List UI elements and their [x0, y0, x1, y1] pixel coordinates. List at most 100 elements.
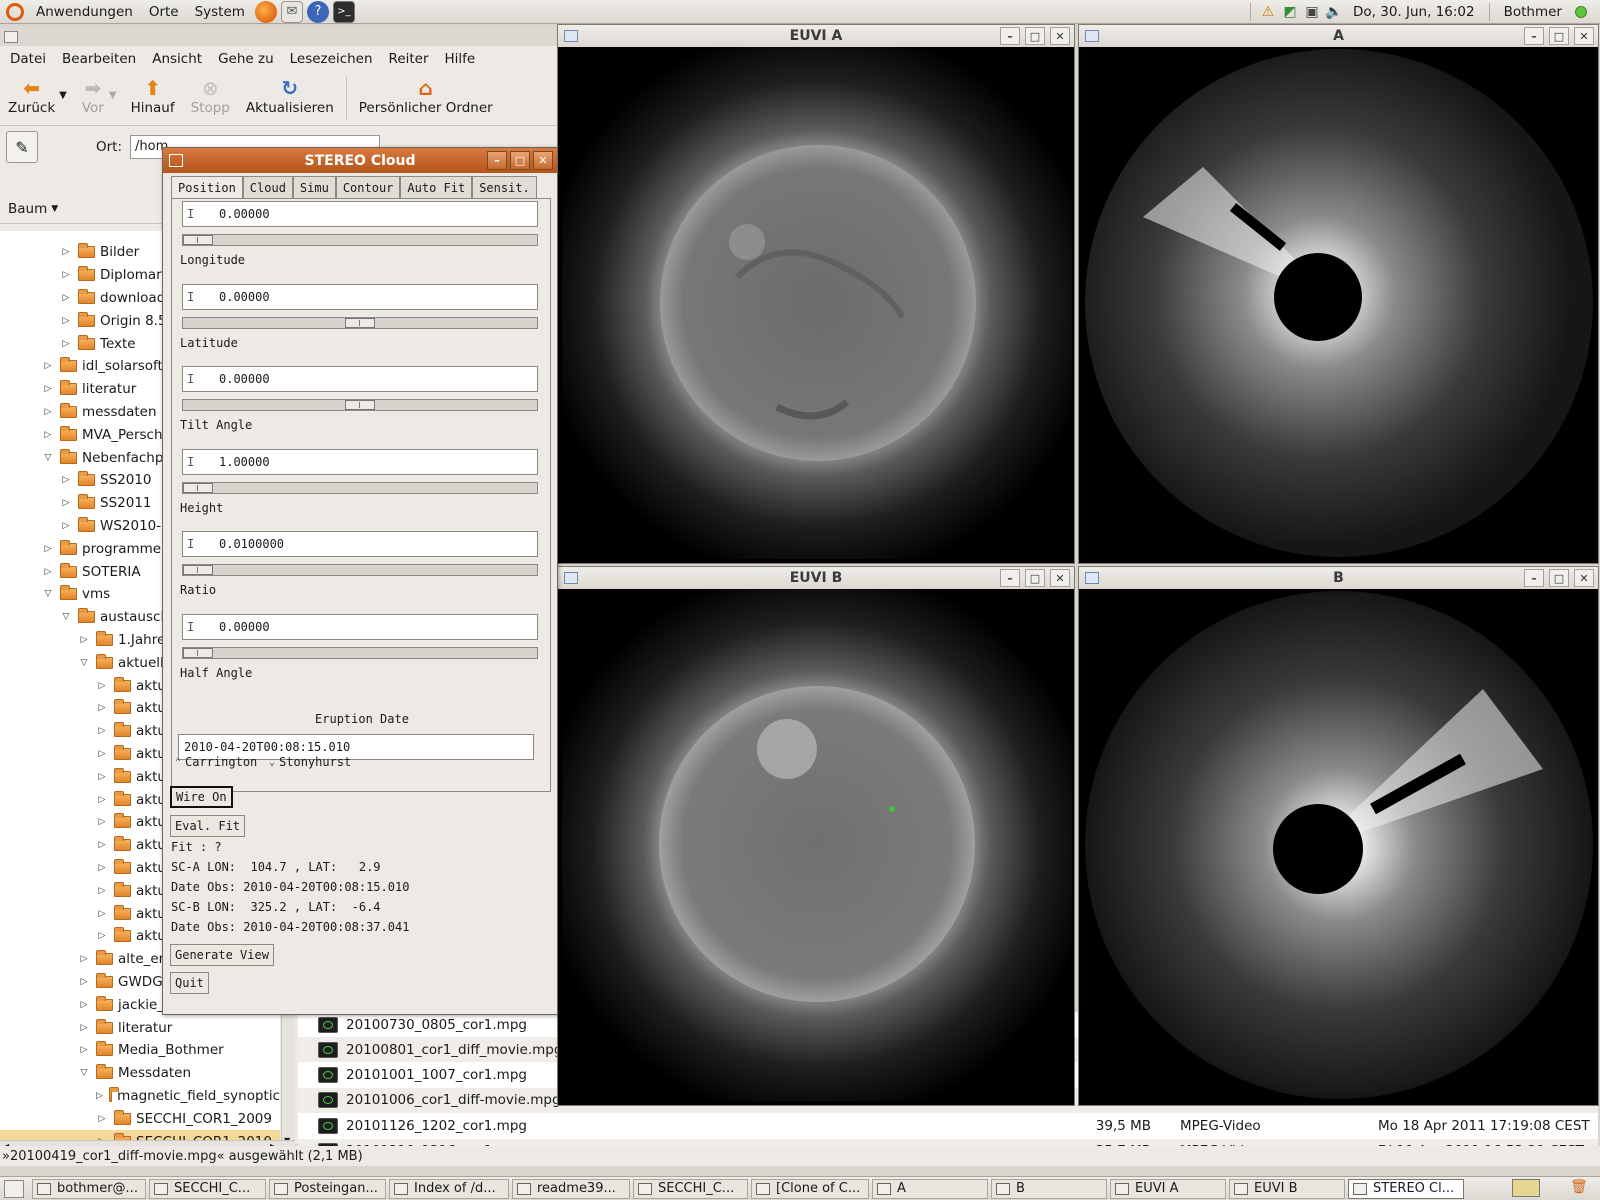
expander-collapsed-icon[interactable]: ▷ [42, 361, 54, 371]
expander-collapsed-icon[interactable]: ▷ [42, 567, 54, 577]
firefox-icon[interactable] [254, 0, 277, 23]
close-button[interactable]: ✕ [533, 151, 553, 170]
panel-clock[interactable]: Do, 30. Jun, 16:02 [1345, 0, 1483, 24]
taskbar-window-button[interactable]: bothmer@... [32, 1178, 146, 1199]
taskbar-window-button[interactable]: Posteingan... [269, 1178, 386, 1199]
expander-collapsed-icon[interactable]: ▷ [60, 316, 72, 326]
generate-view-button[interactable]: Generate View [170, 944, 274, 966]
forward-button[interactable]: ➡ Vor [73, 76, 113, 116]
terminal-icon[interactable]: >_ [332, 0, 355, 23]
slider-thumb[interactable] [183, 647, 213, 658]
minimize-button[interactable]: – [1524, 569, 1544, 587]
expander-expanded-icon[interactable]: ▽ [42, 453, 54, 463]
stereo-cloud-titlebar[interactable]: STEREO Cloud – □ ✕ [163, 148, 557, 173]
panel-menu-places[interactable]: Orte [141, 0, 187, 24]
expander-collapsed-icon[interactable]: ▷ [60, 498, 72, 508]
tree-folder-row[interactable]: ▽ Messdaten [0, 1062, 280, 1085]
minimize-button[interactable]: – [1000, 27, 1020, 45]
expander-collapsed-icon[interactable]: ▷ [96, 772, 108, 782]
tree-folder-row[interactable]: ▷ magnetic_field_synoptic [0, 1085, 280, 1108]
chevron-down-icon[interactable]: ▼ [109, 90, 117, 101]
warning-icon[interactable]: ⚠ [1259, 3, 1277, 21]
expander-collapsed-icon[interactable]: ▷ [60, 293, 72, 303]
maximize-button[interactable]: □ [1549, 27, 1569, 45]
mail-icon[interactable]: ✉ [280, 0, 303, 23]
chevron-down-icon[interactable]: ▼ [59, 90, 67, 101]
file-manager-titlebar[interactable] [0, 26, 557, 46]
expander-collapsed-icon[interactable]: ▷ [78, 954, 90, 964]
help-icon[interactable]: ? [306, 0, 329, 23]
expander-expanded-icon[interactable]: ▽ [78, 658, 90, 668]
close-button[interactable]: ✕ [1574, 569, 1594, 587]
expander-collapsed-icon[interactable]: ▷ [78, 1000, 90, 1010]
maximize-button[interactable]: □ [1025, 27, 1045, 45]
slider-thumb[interactable] [183, 235, 213, 245]
param-slider[interactable] [182, 481, 538, 494]
expander-collapsed-icon[interactable]: ▷ [96, 681, 108, 691]
network-icon[interactable]: ▣ [1303, 3, 1321, 21]
menu-view[interactable]: Ansicht [144, 51, 210, 67]
tab-position[interactable]: Position [171, 176, 243, 198]
tree-folder-row[interactable]: ▷ literatur [0, 1016, 280, 1039]
minimize-button[interactable]: – [487, 151, 507, 170]
taskbar-window-button[interactable]: EUVI A [1110, 1178, 1226, 1199]
expander-collapsed-icon[interactable]: ▷ [60, 475, 72, 485]
slider-thumb[interactable] [183, 565, 213, 575]
cor-b-titlebar[interactable]: B – □ ✕ [1079, 567, 1598, 589]
expander-collapsed-icon[interactable]: ▷ [78, 1045, 90, 1055]
up-button[interactable]: ⬆ Hinauf [123, 76, 183, 116]
panel-menu-applications[interactable]: Anwendungen [28, 0, 141, 24]
cor-a-titlebar[interactable]: A – □ ✕ [1079, 25, 1598, 47]
show-desktop-icon[interactable] [4, 1179, 24, 1198]
menu-edit[interactable]: Bearbeiten [54, 51, 144, 67]
tree-folder-row[interactable]: ▷ SECCHI_COR1_2009 [0, 1107, 280, 1130]
param-slider[interactable] [182, 316, 538, 329]
status-online-icon[interactable] [1572, 3, 1590, 21]
taskbar-window-button[interactable]: SECCHI_C... [149, 1178, 266, 1199]
param-value-input[interactable]: I 0.0100000 [182, 531, 538, 557]
param-value-input[interactable]: I 0.00000 [182, 201, 538, 227]
param-slider[interactable] [182, 646, 538, 659]
param-slider[interactable] [182, 399, 538, 411]
expander-collapsed-icon[interactable]: ▷ [78, 1023, 90, 1033]
expander-collapsed-icon[interactable]: ▷ [42, 544, 54, 554]
expander-expanded-icon[interactable]: ▽ [60, 612, 72, 622]
expander-collapsed-icon[interactable]: ▷ [96, 863, 108, 873]
slider-thumb[interactable] [345, 317, 375, 328]
menu-bookmarks[interactable]: Lesezeichen [282, 51, 381, 67]
tab-simu[interactable]: Simu [292, 176, 336, 198]
param-value-input[interactable]: I 0.00000 [182, 283, 538, 310]
expander-collapsed-icon[interactable]: ▷ [96, 931, 108, 941]
edit-location-button[interactable]: ✎ [6, 131, 38, 163]
taskbar-window-button[interactable]: EUVI B [1229, 1178, 1345, 1199]
window-menu-icon[interactable] [1085, 30, 1099, 42]
expander-collapsed-icon[interactable]: ▷ [96, 795, 108, 805]
taskbar-window-button[interactable]: STEREO Cl... [1348, 1178, 1464, 1199]
window-menu-icon[interactable] [4, 31, 18, 43]
ubuntu-logo-icon[interactable] [6, 2, 24, 21]
expander-collapsed-icon[interactable]: ▷ [96, 817, 108, 827]
window-menu-icon[interactable] [169, 154, 183, 167]
workspace-switcher[interactable] [1512, 1179, 1540, 1197]
maximize-button[interactable]: □ [1549, 569, 1569, 587]
volume-icon[interactable]: 🔈 [1325, 3, 1343, 21]
taskbar-window-button[interactable]: readme39... [512, 1178, 630, 1199]
back-button[interactable]: ⬅ Zurück [0, 76, 63, 116]
expander-collapsed-icon[interactable]: ▷ [42, 384, 54, 394]
tab-auto-fit[interactable]: Auto Fit [400, 176, 473, 198]
expander-collapsed-icon[interactable]: ▷ [96, 1114, 108, 1124]
close-button[interactable]: ✕ [1050, 27, 1070, 45]
carrington-radio[interactable]: ⌃ Carrington [175, 755, 257, 769]
minimize-button[interactable]: – [1524, 27, 1544, 45]
window-menu-icon[interactable] [564, 30, 578, 42]
expander-collapsed-icon[interactable]: ▷ [42, 430, 54, 440]
tab-contour[interactable]: Contour [335, 176, 401, 198]
param-slider[interactable] [182, 564, 538, 576]
stop-button[interactable]: ⊗ Stopp [183, 76, 238, 116]
close-button[interactable]: ✕ [1050, 569, 1070, 587]
menu-go[interactable]: Gehe zu [210, 51, 282, 67]
maximize-button[interactable]: □ [510, 151, 530, 170]
expander-collapsed-icon[interactable]: ▷ [96, 886, 108, 896]
minimize-button[interactable]: – [1000, 569, 1020, 587]
stonyhurst-radio[interactable]: ⌄ Stonyhurst [269, 755, 351, 769]
